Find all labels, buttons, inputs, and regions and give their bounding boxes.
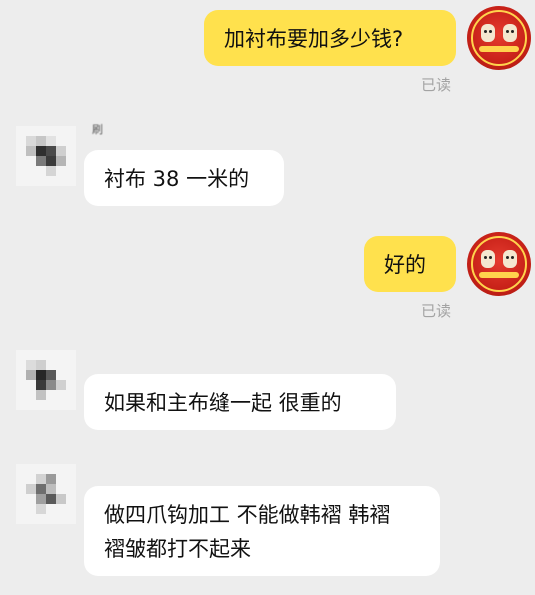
outgoing-message-bubble[interactable]: 加衬布要加多少钱? — [204, 10, 456, 66]
read-status: 已读 — [421, 76, 452, 94]
contact-name: 刷 — [92, 123, 103, 136]
message-text: 做四爪钩加工 不能做韩褶 韩褶褶皱都打不起来 — [104, 503, 391, 561]
read-status: 已读 — [421, 302, 452, 320]
message-text: 好的 — [384, 253, 426, 277]
self-avatar-icon[interactable] — [467, 6, 531, 70]
contact-avatar-icon[interactable] — [16, 350, 76, 410]
self-avatar-icon[interactable] — [467, 232, 531, 296]
message-text: 加衬布要加多少钱? — [224, 27, 404, 51]
incoming-message-bubble[interactable]: 衬布 38 一米的 — [84, 150, 284, 206]
outgoing-message-bubble[interactable]: 好的 — [364, 236, 456, 292]
chat-window: 加衬布要加多少钱? 已读 刷 衬布 38 一米的 好的 已读 如果和主布缝一起 … — [0, 0, 535, 595]
message-text: 如果和主布缝一起 很重的 — [104, 391, 342, 415]
contact-avatar-icon[interactable] — [16, 464, 76, 524]
incoming-message-bubble[interactable]: 如果和主布缝一起 很重的 — [84, 374, 396, 430]
message-text: 衬布 38 一米的 — [104, 167, 250, 191]
contact-avatar-icon[interactable] — [16, 126, 76, 186]
incoming-message-bubble[interactable]: 做四爪钩加工 不能做韩褶 韩褶褶皱都打不起来 — [84, 486, 440, 576]
